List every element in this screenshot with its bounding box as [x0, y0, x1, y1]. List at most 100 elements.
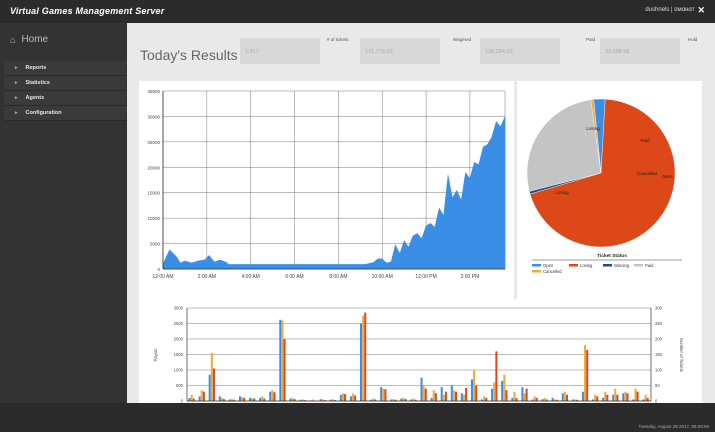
bar	[444, 391, 447, 401]
top-bar: Virtual Games Management Server dushnels…	[0, 0, 715, 23]
bar	[402, 397, 405, 401]
bar	[192, 398, 195, 401]
bar	[501, 380, 504, 401]
payout-bar-chart: 0500100015002000250030000501001502002503…	[153, 306, 684, 404]
bar	[198, 396, 201, 401]
bar	[513, 391, 516, 401]
bar	[218, 396, 221, 401]
x-icon[interactable]: ✕	[697, 6, 705, 15]
bar	[475, 385, 478, 401]
sidebar-item-reports[interactable]: ▸ Reports	[4, 61, 127, 76]
y2-axis-label: Number of Tickets	[679, 338, 684, 372]
bar	[273, 392, 276, 401]
bar	[424, 388, 427, 401]
sidebar-menu: ▸ Reports ▸ Statistics ▸ Agents ▸ Configurat…	[4, 61, 127, 121]
bar	[362, 315, 365, 401]
bar	[604, 391, 607, 401]
pie-slice-label: Open	[661, 174, 673, 179]
y2-tick-label: 250	[655, 321, 663, 326]
main-content: Today's Results 1,917 # of tickets 171,7…	[127, 23, 715, 409]
sidebar-item-configuration[interactable]: ▸ Configuration	[4, 106, 127, 121]
stat-paid: Paid 33,508.98	[586, 37, 680, 64]
bar	[596, 396, 599, 401]
bar	[400, 398, 403, 401]
bar	[291, 397, 294, 401]
y-tick-label: 30000	[147, 114, 160, 119]
ticket-status-pie-panel: Losing Paid Losing Cancelled Open Ticket Stat…	[517, 81, 702, 308]
bar	[253, 398, 256, 401]
bar	[420, 377, 423, 401]
bar	[612, 394, 615, 401]
bar	[243, 397, 246, 401]
stat-label: Wagered	[453, 37, 472, 42]
bar	[505, 390, 508, 401]
y-tick-label: 1500	[174, 352, 184, 357]
bar	[382, 388, 385, 401]
x-tick-label: 4:00 AM	[242, 274, 260, 280]
bar	[644, 394, 647, 401]
chevron-right-icon: ▸	[15, 110, 18, 116]
bar	[460, 393, 463, 401]
bar	[533, 396, 536, 401]
bar	[551, 397, 554, 401]
stat-value: 1,917	[240, 38, 320, 64]
home-icon: ⌂	[10, 34, 16, 45]
chevron-right-icon: ▸	[15, 95, 18, 101]
bar	[202, 391, 205, 401]
bar	[563, 391, 566, 401]
payout-bar-chart-panel: 0 500 1000 1500 2000 2500 3000 0 50 100 150 200 250 3…	[139, 299, 702, 409]
legend-label: Losing	[580, 263, 593, 268]
sidebar-item-statistics[interactable]: ▸ Statistics	[4, 76, 127, 91]
y2-tick-label: 300	[655, 306, 663, 311]
y-tick-label: 500	[176, 383, 184, 388]
app-title: Virtual Games Management Server	[10, 6, 165, 16]
legend-swatch	[532, 270, 541, 273]
ticket-status-pie-chart: LosingPaidLosingCancelledOpenTicket Stat…	[526, 98, 682, 274]
y2-tick-label: 200	[655, 337, 663, 342]
bar	[440, 387, 443, 401]
bar	[636, 391, 639, 401]
bar	[188, 397, 191, 401]
bar	[241, 397, 244, 401]
bar	[212, 368, 215, 401]
x-tick-label: 12:00 PM	[415, 274, 436, 280]
legend-swatch	[569, 264, 578, 267]
sidebar-item-label: Statistics	[25, 80, 50, 86]
y-tick-label: 5000	[150, 242, 161, 247]
stat-tickets: # of tickets 171,778.00	[327, 37, 440, 64]
y-tick-label: 2000	[174, 337, 184, 342]
bar	[200, 390, 203, 401]
bar	[359, 323, 363, 401]
stat-label: # of tickets	[327, 37, 349, 42]
bar	[565, 394, 568, 401]
bar	[624, 391, 627, 401]
x-tick-label: 6:00 AM	[285, 274, 303, 280]
y2-tick-label: 50	[655, 383, 660, 388]
pie-slice-label: Losing	[555, 190, 569, 195]
bar	[535, 397, 538, 401]
bar	[584, 345, 587, 401]
bar	[616, 394, 619, 401]
stat-label: Paid	[586, 37, 596, 42]
bar	[220, 397, 223, 401]
bar	[249, 397, 252, 401]
bar	[432, 390, 435, 401]
bar	[452, 390, 455, 401]
bar	[594, 394, 597, 401]
bar	[380, 387, 383, 401]
sidebar-item-agents[interactable]: ▸ Agents	[4, 91, 127, 106]
home-link[interactable]: ⌂ Home	[10, 34, 48, 45]
bar	[495, 351, 498, 401]
user-name[interactable]: dushnels | ɑмɑнɑт	[645, 7, 694, 13]
bottom-bar: Tuesday, August 29 2017, 05:09:06	[0, 403, 715, 432]
stat-value: 138,264.00	[480, 38, 560, 64]
y-tick-label: 3000	[174, 306, 184, 311]
page-title: Today's Results	[140, 47, 238, 63]
bar	[622, 393, 625, 401]
y-tick-label: 0	[157, 267, 160, 272]
bar	[511, 397, 514, 401]
bar	[470, 379, 473, 401]
hourly-area-chart-panel: 0 5000 10000 15000 20000 25000 30000 35000 12:00…	[139, 81, 514, 308]
bar	[210, 352, 213, 401]
pie-slice-label: Cancelled	[637, 171, 658, 176]
